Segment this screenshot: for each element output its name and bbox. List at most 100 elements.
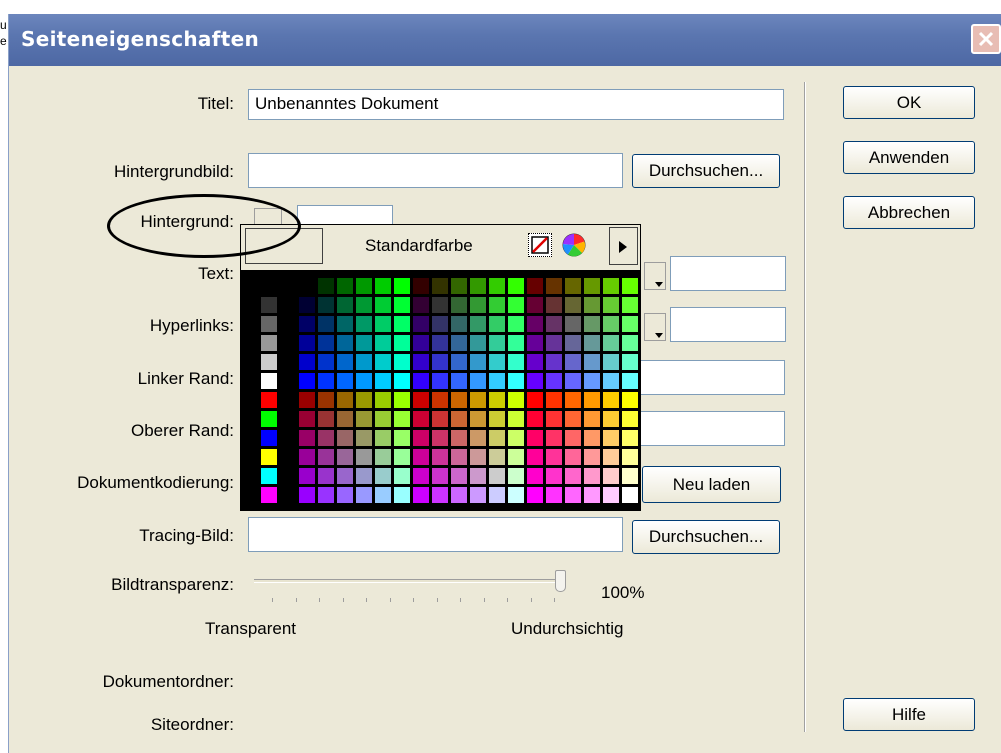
color-swatch[interactable] (432, 373, 448, 389)
color-swatch[interactable] (337, 468, 353, 484)
color-swatch[interactable] (432, 411, 448, 427)
color-swatch[interactable] (432, 430, 448, 446)
close-button[interactable] (971, 24, 1001, 54)
color-swatch[interactable] (565, 316, 581, 332)
color-swatch[interactable] (356, 278, 372, 294)
side-color-swatch[interactable] (261, 297, 277, 313)
color-swatch[interactable] (394, 297, 410, 313)
color-swatch[interactable] (584, 430, 600, 446)
color-swatch[interactable] (508, 354, 524, 370)
color-swatch[interactable] (565, 278, 581, 294)
color-swatch[interactable] (470, 335, 486, 351)
color-swatch[interactable] (546, 354, 562, 370)
color-swatch[interactable] (565, 487, 581, 503)
color-swatch[interactable] (565, 297, 581, 313)
color-swatch[interactable] (584, 392, 600, 408)
color-swatch[interactable] (622, 430, 638, 446)
color-swatch[interactable] (603, 278, 619, 294)
color-swatch[interactable] (470, 297, 486, 313)
ok-button[interactable]: OK (843, 86, 975, 119)
color-swatch[interactable] (527, 392, 543, 408)
color-swatch[interactable] (527, 297, 543, 313)
color-swatch[interactable] (584, 278, 600, 294)
color-swatch[interactable] (356, 373, 372, 389)
color-swatch[interactable] (546, 316, 562, 332)
color-swatch[interactable] (546, 487, 562, 503)
color-swatch[interactable] (508, 278, 524, 294)
color-swatch[interactable] (565, 335, 581, 351)
color-swatch[interactable] (584, 335, 600, 351)
color-swatch[interactable] (413, 392, 429, 408)
color-swatch[interactable] (489, 487, 505, 503)
color-swatch[interactable] (451, 487, 467, 503)
color-swatch[interactable] (603, 468, 619, 484)
color-swatch[interactable] (546, 392, 562, 408)
color-wheel-button[interactable] (561, 232, 587, 258)
color-swatch[interactable] (375, 297, 391, 313)
color-swatch[interactable] (470, 449, 486, 465)
color-swatch[interactable] (603, 316, 619, 332)
color-swatch[interactable] (318, 449, 334, 465)
title-bar[interactable]: Seiteneigenschaften (9, 14, 1001, 66)
side-color-swatch[interactable] (261, 411, 277, 427)
color-swatch[interactable] (451, 392, 467, 408)
color-swatch[interactable] (489, 449, 505, 465)
color-swatch[interactable] (413, 430, 429, 446)
color-swatch[interactable] (337, 354, 353, 370)
color-swatch[interactable] (356, 468, 372, 484)
color-swatch[interactable] (413, 335, 429, 351)
color-swatch[interactable] (318, 373, 334, 389)
tracing-bild-browse-button[interactable]: Durchsuchen... (632, 520, 780, 554)
color-swatch[interactable] (546, 411, 562, 427)
color-swatch[interactable] (565, 354, 581, 370)
color-swatch[interactable] (375, 430, 391, 446)
color-swatch[interactable] (546, 335, 562, 351)
color-swatch[interactable] (527, 487, 543, 503)
color-swatch[interactable] (451, 335, 467, 351)
color-swatch[interactable] (584, 411, 600, 427)
color-swatch[interactable] (356, 316, 372, 332)
color-swatch[interactable] (375, 487, 391, 503)
color-swatch[interactable] (603, 354, 619, 370)
color-swatch[interactable] (508, 392, 524, 408)
color-swatch[interactable] (413, 411, 429, 427)
color-swatch[interactable] (584, 449, 600, 465)
color-swatch[interactable] (527, 468, 543, 484)
color-swatch[interactable] (299, 297, 315, 313)
color-swatch[interactable] (451, 354, 467, 370)
color-swatch[interactable] (489, 297, 505, 313)
color-swatch[interactable] (508, 449, 524, 465)
color-swatch[interactable] (299, 278, 315, 294)
color-swatch[interactable] (527, 430, 543, 446)
text-color-button[interactable] (644, 262, 666, 290)
color-swatch[interactable] (432, 316, 448, 332)
color-swatch[interactable] (413, 487, 429, 503)
color-swatch[interactable] (546, 297, 562, 313)
color-swatch[interactable] (394, 335, 410, 351)
side-color-swatch[interactable] (261, 316, 277, 332)
color-swatch[interactable] (413, 316, 429, 332)
color-swatch[interactable] (489, 468, 505, 484)
color-swatch[interactable] (508, 468, 524, 484)
color-swatch[interactable] (318, 297, 334, 313)
color-swatch[interactable] (489, 335, 505, 351)
color-swatch[interactable] (375, 354, 391, 370)
color-swatch[interactable] (527, 278, 543, 294)
color-swatch[interactable] (413, 354, 429, 370)
color-swatch[interactable] (508, 373, 524, 389)
color-swatch[interactable] (489, 354, 505, 370)
side-color-swatch[interactable] (261, 373, 277, 389)
transparency-slider-track[interactable] (254, 579, 564, 583)
color-swatch[interactable] (584, 487, 600, 503)
color-swatch[interactable] (622, 411, 638, 427)
color-swatch[interactable] (394, 316, 410, 332)
color-swatch[interactable] (508, 297, 524, 313)
color-swatch[interactable] (470, 354, 486, 370)
color-swatch[interactable] (546, 430, 562, 446)
color-swatch[interactable] (356, 487, 372, 503)
color-swatch[interactable] (546, 449, 562, 465)
color-swatch[interactable] (470, 487, 486, 503)
color-swatch[interactable] (489, 373, 505, 389)
color-swatch[interactable] (337, 487, 353, 503)
color-swatch[interactable] (394, 373, 410, 389)
